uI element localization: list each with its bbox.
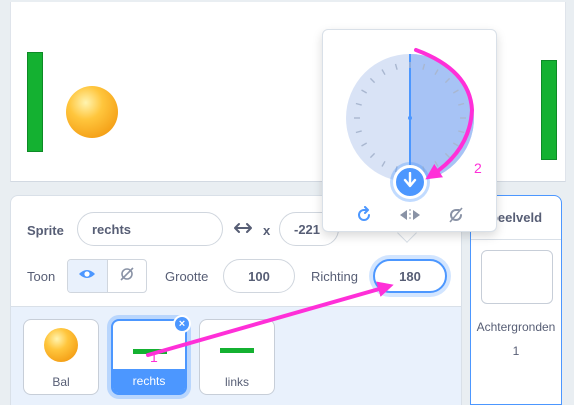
rotation-style-left-right[interactable] — [399, 208, 421, 226]
eye-off-icon — [118, 266, 136, 287]
direction-input[interactable]: 180 — [373, 259, 447, 293]
sprite-tile-links[interactable]: links — [199, 319, 275, 395]
eye-icon — [78, 267, 96, 285]
arrow-down-icon — [403, 171, 417, 193]
delete-sprite-icon[interactable]: × — [173, 315, 191, 333]
visibility-toggle — [67, 259, 147, 293]
annotation-step-1-label: 1 — [150, 349, 158, 365]
no-rotate-icon — [447, 206, 465, 229]
size-label: Grootte — [165, 269, 209, 284]
sprite-thumbnail — [200, 326, 274, 366]
paddle-sprite-links[interactable] — [27, 52, 43, 152]
hide-button[interactable] — [108, 260, 147, 292]
sprite-tile-label: Bal — [52, 375, 70, 389]
direction-popover — [322, 29, 497, 232]
size-input[interactable]: 100 — [223, 259, 295, 293]
sprite-thumbnail — [24, 326, 98, 366]
sprite-tile-label: links — [224, 375, 249, 389]
sprite-tile-label: rechts — [113, 369, 185, 393]
sprite-name-input[interactable]: rechts — [77, 212, 223, 246]
show-label: Toon — [27, 269, 56, 284]
x-arrows-icon — [233, 220, 253, 239]
show-button[interactable] — [68, 260, 108, 292]
rotation-style-all-around[interactable] — [353, 205, 375, 229]
direction-handle[interactable] — [393, 165, 427, 199]
flip-horizontal-icon — [399, 207, 421, 228]
sprite-thumbnail — [113, 327, 185, 367]
x-label: x — [263, 223, 271, 238]
sprite-tile-rechts[interactable]: × rechts — [111, 315, 191, 395]
sprite-label: Sprite — [27, 223, 64, 238]
backdrops-label: Achtergronden — [476, 320, 556, 334]
rotation-style-dont-rotate[interactable] — [445, 206, 467, 229]
rotate-icon — [355, 205, 373, 229]
direction-label: Richting — [311, 269, 358, 284]
sprite-tile-bal[interactable]: Bal — [23, 319, 99, 395]
stage-thumbnail[interactable] — [481, 250, 553, 304]
backdrops-count: 1 — [512, 344, 520, 358]
annotation-step-2-label: 2 — [474, 160, 482, 176]
ball-sprite[interactable] — [66, 86, 118, 138]
sprite-list: Bal × rechts links — [10, 307, 462, 405]
paddle-sprite-rechts[interactable] — [541, 60, 557, 160]
